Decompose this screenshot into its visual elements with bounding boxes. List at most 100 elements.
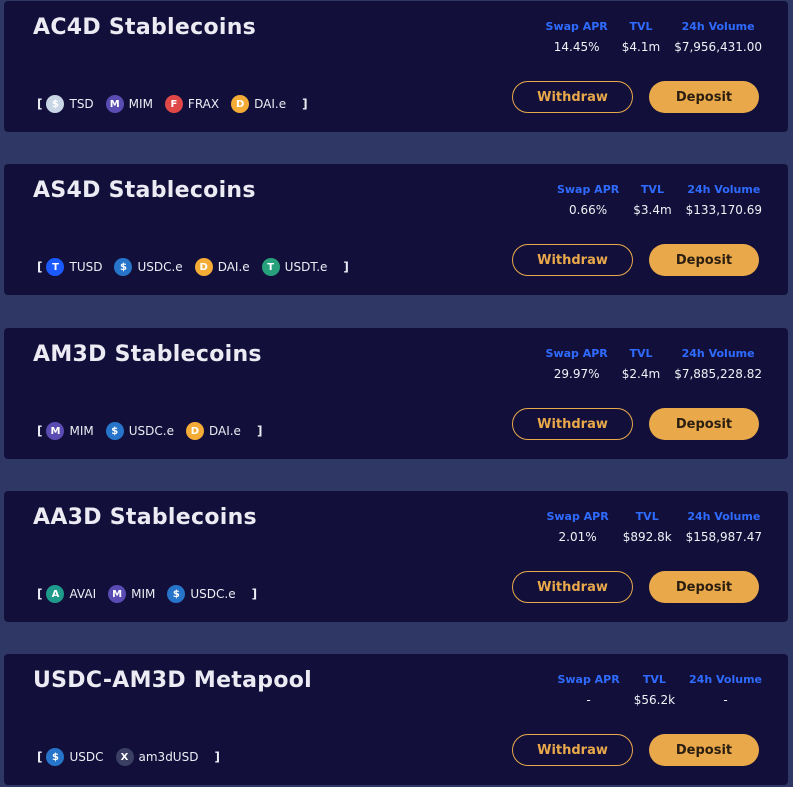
bracket-open: [	[37, 424, 43, 438]
token-symbol: MIM	[128, 97, 153, 111]
stat-label: Swap APR	[556, 183, 620, 196]
pool-token-list: [A AVAI M MIM $ USDC.e]	[33, 585, 261, 603]
stat-value: 0.66%	[569, 203, 608, 217]
mim-icon: M	[108, 585, 127, 603]
stat-tvl: TVL $892.8k	[609, 510, 672, 544]
mim-icon: M	[105, 95, 124, 113]
stat-label: Swap APR	[545, 20, 608, 33]
deposit-button[interactable]: Deposit	[649, 408, 759, 440]
stat-label: 24h Volume	[681, 20, 755, 33]
stat-24h-volume: 24h Volume $7,885,228.82	[660, 347, 762, 381]
pool-stats: Swap APR 14.45% TVL $4.1m 24h Volume $7,956,4…	[532, 20, 762, 54]
bracket-open: [	[37, 750, 43, 764]
pool-title: USDC-AM3D Metapool	[33, 668, 312, 693]
stat-swap-apr: Swap APR -	[543, 673, 619, 707]
usdc-icon: $	[105, 422, 124, 440]
token-item: D DAI.e	[194, 258, 250, 276]
stat-label: TVL	[629, 20, 653, 33]
pool-token-list: [$ TSD M MIM F FRAX D DAI.e]	[33, 95, 312, 113]
stat-swap-apr: Swap APR 0.66%	[543, 183, 619, 217]
stat-value: -	[723, 693, 728, 707]
usdc-icon: $	[167, 585, 186, 603]
stat-value: $4.1m	[621, 40, 661, 54]
stat-label: 24h Volume	[681, 347, 755, 360]
stat-24h-volume: 24h Volume -	[675, 673, 762, 707]
pool-card: USDC-AM3D Metapool Swap APR - TVL $56.2k 24h…	[4, 654, 788, 785]
stat-label: TVL	[640, 183, 664, 196]
token-item: $ USDC	[46, 748, 104, 766]
pool-card: AM3D Stablecoins Swap APR 29.97% TVL $2.4m 2…	[4, 328, 788, 459]
stat-value: $133,170.69	[685, 203, 762, 217]
avai-icon: A	[46, 585, 65, 603]
token-item: Xam3dUSD	[115, 748, 199, 766]
stat-value: $2.4m	[621, 367, 661, 381]
stat-value: $158,987.47	[685, 530, 762, 544]
stat-24h-volume: 24h Volume $158,987.47	[672, 510, 762, 544]
stat-tvl: TVL $2.4m	[608, 347, 660, 381]
token-symbol: USDC.e	[190, 587, 236, 601]
stat-swap-apr: Swap APR 14.45%	[532, 20, 608, 54]
pool-stats: Swap APR 0.66% TVL $3.4m 24h Volume $133,170.…	[543, 183, 762, 217]
withdraw-button[interactable]: Withdraw	[512, 81, 633, 113]
deposit-button[interactable]: Deposit	[649, 734, 759, 766]
dai-icon: D	[231, 95, 250, 113]
stat-value: -	[586, 693, 591, 707]
withdraw-button[interactable]: Withdraw	[512, 244, 633, 276]
token-item: $ USDC.e	[105, 422, 174, 440]
stat-value: $7,956,431.00	[674, 40, 762, 54]
stat-label: TVL	[642, 673, 666, 686]
stat-label: Swap APR	[546, 510, 609, 523]
token-item: T TUSD	[46, 258, 102, 276]
stat-label: 24h Volume	[689, 673, 762, 686]
stat-tvl: TVL $4.1m	[608, 20, 660, 54]
token-symbol: DAI.e	[217, 260, 250, 274]
token-symbol: USDC	[69, 750, 104, 764]
token-symbol: DAI.e	[208, 424, 241, 438]
token-item: A AVAI	[46, 585, 96, 603]
deposit-button[interactable]: Deposit	[649, 244, 759, 276]
deposit-button[interactable]: Deposit	[649, 571, 759, 603]
pool-title: AA3D Stablecoins	[33, 505, 257, 530]
pool-card: AC4D Stablecoins Swap APR 14.45% TVL $4.1m 2…	[4, 1, 788, 132]
token-item: M MIM	[105, 95, 153, 113]
stat-24h-volume: 24h Volume $7,956,431.00	[660, 20, 762, 54]
bracket-close: ]	[251, 587, 258, 601]
stat-tvl: TVL $56.2k	[620, 673, 675, 707]
token-symbol: USDC.e	[137, 260, 183, 274]
pool-token-list: [M MIM $ USDC.e D DAI.e]	[33, 422, 266, 440]
tusd-icon: T	[46, 258, 65, 276]
token-symbol: MIM	[131, 587, 156, 601]
token-item: $ USDC.e	[114, 258, 183, 276]
token-item: T USDT.e	[261, 258, 327, 276]
token-symbol: DAI.e	[254, 97, 287, 111]
bracket-close: ]	[343, 260, 349, 274]
pool-token-list: [$ USDC Xam3dUSD]	[33, 748, 224, 766]
token-item: $ USDC.e	[167, 585, 236, 603]
pool-card: AA3D Stablecoins Swap APR 2.01% TVL $892.8k…	[4, 491, 788, 622]
token-item: $ TSD	[46, 95, 94, 113]
stat-label: TVL	[629, 347, 653, 360]
token-symbol: am3dUSD	[138, 750, 199, 764]
bracket-open: [	[37, 260, 43, 274]
stat-swap-apr: Swap APR 2.01%	[532, 510, 608, 544]
pool-title: AM3D Stablecoins	[33, 342, 262, 367]
withdraw-button[interactable]: Withdraw	[512, 734, 633, 766]
deposit-button[interactable]: Deposit	[649, 81, 759, 113]
stat-value: $3.4m	[633, 203, 672, 217]
usdc-icon: $	[46, 748, 65, 766]
withdraw-button[interactable]: Withdraw	[512, 571, 633, 603]
withdraw-button[interactable]: Withdraw	[512, 408, 633, 440]
token-symbol: TUSD	[69, 260, 103, 274]
pool-stats: Swap APR 2.01% TVL $892.8k 24h Volume $158,98…	[532, 510, 762, 544]
token-item: M MIM	[46, 422, 94, 440]
stat-label: 24h Volume	[687, 183, 761, 196]
mim-icon: M	[46, 422, 65, 440]
token-item: D DAI.e	[185, 422, 241, 440]
stat-value: $892.8k	[622, 530, 672, 544]
token-item: D DAI.e	[231, 95, 286, 113]
token-symbol: USDC.e	[128, 424, 174, 438]
bracket-close: ]	[214, 750, 220, 764]
usdt-icon: T	[261, 258, 280, 276]
token-symbol: FRAX	[187, 97, 220, 111]
pool-stats: Swap APR - TVL $56.2k 24h Volume -	[543, 673, 762, 707]
